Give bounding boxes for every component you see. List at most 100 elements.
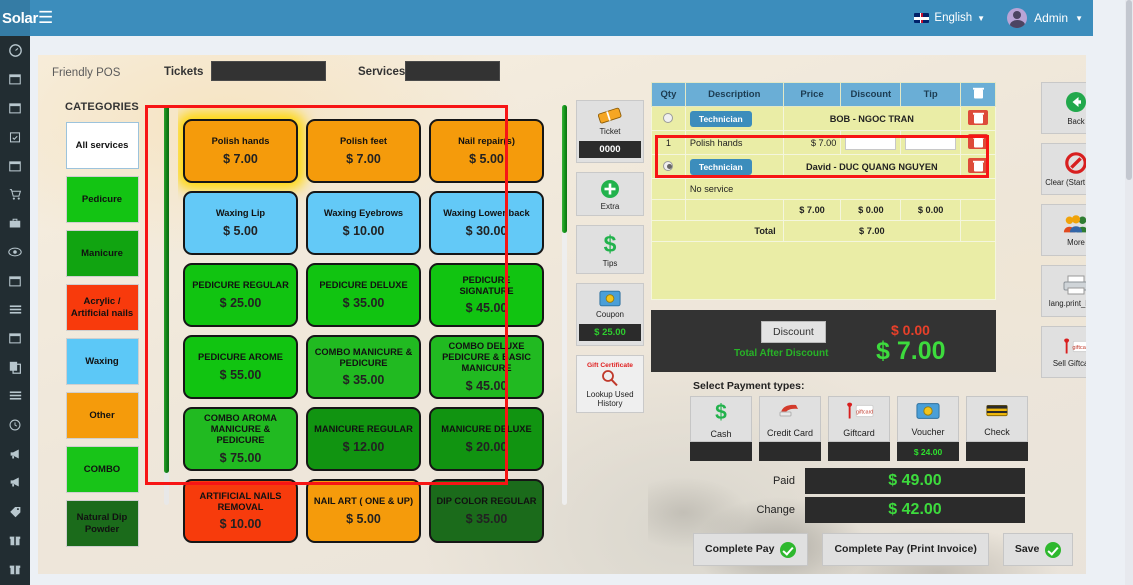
delete-cell[interactable] <box>960 106 996 131</box>
payment-method-button[interactable]: $ Cash <box>690 396 752 442</box>
trash-icon[interactable] <box>968 158 988 173</box>
category-item[interactable]: Manicure <box>65 230 139 277</box>
sidebar-item-gift-1[interactable] <box>0 526 30 555</box>
payment-method[interactable]: Credit Card <box>759 396 821 461</box>
service-tile[interactable]: DIP COLOR REGULAR $ 35.00 <box>429 479 544 543</box>
user-menu[interactable]: Admin ▼ <box>1007 8 1083 28</box>
services-input[interactable] <box>405 61 500 81</box>
service-tile[interactable]: Waxing Lip $ 5.00 <box>183 191 298 255</box>
row-select-cell[interactable] <box>651 154 686 179</box>
category-item[interactable]: Acrylic / Artificial nails <box>65 284 139 331</box>
service-tile[interactable]: COMBO MANICURE & PEDICURE $ 35.00 <box>306 335 421 399</box>
tip-input[interactable] <box>905 135 956 150</box>
tool-sell-giftcards[interactable]: giftcard Sell Giftcards <box>1041 326 1086 378</box>
hamburger-icon[interactable]: ☰ <box>38 0 53 36</box>
tool-more[interactable]: More <box>1041 204 1086 256</box>
delete-cell[interactable] <box>960 154 996 179</box>
tool-extra[interactable]: Extra <box>576 172 644 217</box>
service-tile[interactable]: PEDICURE REGULAR $ 25.00 <box>183 263 298 327</box>
payment-method-amount-box[interactable] <box>828 442 890 461</box>
row-radio[interactable] <box>663 112 674 123</box>
tool-gift-certificate-lookup[interactable]: Gift Certificate Lookup Used History <box>576 354 644 414</box>
service-tile[interactable]: COMBO DELUXE PEDICURE & BASIC MANICURE $ … <box>429 335 544 399</box>
table-row[interactable]: No service <box>651 178 997 200</box>
sidebar-item-eye[interactable] <box>0 238 30 267</box>
table-row[interactable]: 1 Polish hands $ 7.00 <box>651 130 996 155</box>
action-button[interactable]: Save <box>1002 533 1074 566</box>
sidebar-item-clock[interactable] <box>0 410 30 439</box>
payment-method[interactable]: giftcard Giftcard <box>828 396 890 461</box>
page-scrollbar[interactable] <box>1125 0 1133 585</box>
technician-button-cell[interactable]: Technician <box>684 154 784 179</box>
payment-method[interactable]: Check <box>966 396 1028 461</box>
service-tile[interactable]: Waxing Lower back $ 30.00 <box>429 191 544 255</box>
payment-method-button[interactable]: giftcard Giftcard <box>828 396 890 442</box>
category-item[interactable]: Waxing <box>65 338 139 385</box>
service-tile[interactable]: PEDICURE SIGNATURE $ 45.00 <box>429 263 544 327</box>
sidebar-item-calendar-2[interactable] <box>0 94 30 123</box>
tool-clear-start-over[interactable]: Clear (Start Over) <box>1041 143 1086 195</box>
app-brand[interactable]: Solar <box>0 0 38 36</box>
technician-button-cell[interactable]: Technician <box>684 106 784 131</box>
sidebar-item-briefcase[interactable] <box>0 209 30 238</box>
categories-scrollbar[interactable] <box>164 105 169 505</box>
service-tile[interactable]: NAIL ART ( ONE & UP) $ 5.00 <box>306 479 421 543</box>
tool-coupon[interactable]: Coupon $ 25.00 <box>576 282 644 346</box>
tool-print-ticket[interactable]: lang.print_licket <box>1041 265 1086 317</box>
payment-method-amount-box[interactable]: $ 24.00 <box>897 442 959 461</box>
payment-method-amount-box[interactable] <box>966 442 1028 461</box>
category-item[interactable]: Natural Dip Powder <box>65 500 139 547</box>
sidebar-item-list-1[interactable] <box>0 295 30 324</box>
service-tile[interactable]: COMBO AROMA MANICURE & PEDICURE $ 75.00 <box>183 407 298 471</box>
service-tile[interactable]: MANICURE REGULAR $ 12.00 <box>306 407 421 471</box>
sidebar-item-calendar-4[interactable] <box>0 266 30 295</box>
discount-cell[interactable] <box>840 130 902 155</box>
paid-value[interactable]: $ 49.00 <box>805 468 1025 494</box>
category-item[interactable]: COMBO <box>65 446 139 493</box>
service-tile[interactable]: MANICURE DELUXE $ 20.00 <box>429 407 544 471</box>
sidebar-item-calendar-5[interactable] <box>0 324 30 353</box>
language-selector[interactable]: English ▼ <box>914 12 985 24</box>
payment-method-button[interactable]: Check <box>966 396 1028 442</box>
trash-icon[interactable] <box>968 134 988 149</box>
tip-cell[interactable] <box>900 130 961 155</box>
payment-method-amount-box[interactable] <box>759 442 821 461</box>
sidebar-item-dashboard[interactable] <box>0 36 30 65</box>
tool-back[interactable]: Back <box>1041 82 1086 134</box>
tickets-input[interactable] <box>211 61 326 81</box>
payment-method-amount-box[interactable] <box>690 442 752 461</box>
action-button[interactable]: Complete Pay <box>693 533 809 566</box>
payment-method-button[interactable]: Credit Card <box>759 396 821 442</box>
category-item[interactable]: Pedicure <box>65 176 139 223</box>
table-row[interactable]: Technician BOB - NGOC TRAN <box>651 106 996 131</box>
tool-ticket[interactable]: Ticket 0000 <box>576 100 644 164</box>
tool-tips[interactable]: $ Tips <box>576 225 644 274</box>
technician-button[interactable]: Technician <box>689 110 752 127</box>
category-item[interactable]: All services <box>65 122 139 169</box>
sidebar-item-copy[interactable] <box>0 353 30 382</box>
discount-input[interactable] <box>845 135 897 150</box>
sidebar-item-calendar-3[interactable] <box>0 151 30 180</box>
service-tile[interactable]: Polish feet $ 7.00 <box>306 119 421 183</box>
delete-cell[interactable] <box>960 130 996 155</box>
sidebar-item-megaphone-1[interactable] <box>0 439 30 468</box>
discount-button[interactable]: Discount <box>761 321 826 343</box>
service-tile[interactable]: PEDICURE DELUXE $ 35.00 <box>306 263 421 327</box>
payment-method[interactable]: Voucher $ 24.00 <box>897 396 959 461</box>
sidebar-item-list-2[interactable] <box>0 382 30 411</box>
sidebar-item-cart[interactable] <box>0 180 30 209</box>
sidebar-item-tag[interactable] <box>0 497 30 526</box>
sidebar-item-megaphone-2[interactable] <box>0 468 30 497</box>
sidebar-item-calendar-1[interactable] <box>0 65 30 94</box>
sidebar-item-calendar-check[interactable] <box>0 122 30 151</box>
technician-button[interactable]: Technician <box>689 158 752 175</box>
sidebar-item-gift-2[interactable] <box>0 554 30 583</box>
service-tile[interactable]: Nail repair(s) $ 5.00 <box>429 119 544 183</box>
payment-method[interactable]: $ Cash <box>690 396 752 461</box>
payment-method-button[interactable]: Voucher <box>897 396 959 442</box>
category-item[interactable]: Other <box>65 392 139 439</box>
action-button[interactable]: Complete Pay (Print Invoice) <box>822 533 989 566</box>
services-scrollbar[interactable] <box>562 105 567 505</box>
table-row[interactable]: Technician David - DUC QUANG NGUYEN <box>651 154 996 179</box>
trash-icon[interactable] <box>968 110 988 125</box>
